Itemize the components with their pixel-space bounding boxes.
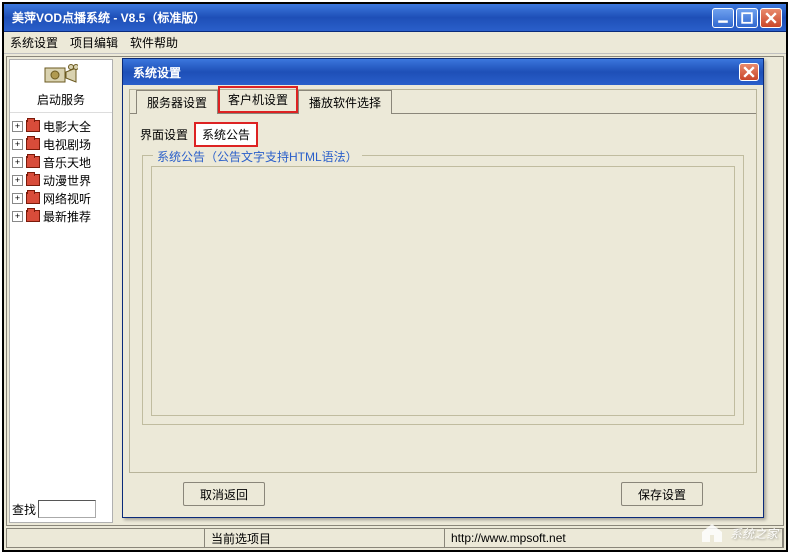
window-title: 美萍VOD点播系统 - V8.5（标准版） bbox=[8, 9, 710, 26]
main-titlebar: 美萍VOD点播系统 - V8.5（标准版） bbox=[4, 4, 786, 32]
watermark: 系统之家 bbox=[698, 522, 778, 544]
status-bar: 当前选项目 http://www.mpsoft.net bbox=[6, 528, 784, 548]
menu-software-help[interactable]: 软件帮助 bbox=[130, 34, 178, 51]
fieldset-legend[interactable]: 系统公告（公告文字支持HTML语法） bbox=[153, 148, 362, 165]
search-label: 查找 bbox=[12, 501, 36, 518]
folder-icon bbox=[26, 174, 40, 186]
tree-item-label: 电影大全 bbox=[43, 118, 91, 135]
tab-client-settings[interactable]: 客户机设置 bbox=[218, 86, 298, 113]
tree-item[interactable]: + 动漫世界 bbox=[12, 171, 110, 189]
tree-item-label: 网络视听 bbox=[43, 190, 91, 207]
start-service-label[interactable]: 启动服务 bbox=[10, 91, 112, 113]
menu-bar: 系统设置 项目编辑 软件帮助 bbox=[4, 32, 786, 54]
dialog-close-button[interactable] bbox=[739, 63, 759, 81]
expand-icon[interactable]: + bbox=[12, 175, 23, 186]
folder-icon bbox=[26, 120, 40, 132]
cancel-button[interactable]: 取消返回 bbox=[183, 482, 265, 506]
search-input[interactable] bbox=[38, 500, 96, 518]
tree-item-label: 动漫世界 bbox=[43, 172, 91, 189]
tree-item[interactable]: + 最新推荐 bbox=[12, 207, 110, 225]
dialog-titlebar: 系统设置 bbox=[123, 59, 763, 85]
maximize-button[interactable] bbox=[736, 8, 758, 28]
folder-icon bbox=[26, 192, 40, 204]
tab-strip: 服务器设置 客户机设置 播放软件选择 bbox=[130, 90, 756, 114]
minimize-button[interactable] bbox=[712, 8, 734, 28]
dialog-button-row: 取消返回 保存设置 bbox=[123, 479, 763, 509]
subtab-ui-settings[interactable]: 界面设置 bbox=[140, 126, 188, 143]
folder-icon bbox=[26, 156, 40, 168]
menu-system-settings[interactable]: 系统设置 bbox=[10, 34, 58, 51]
tree-item[interactable]: + 网络视听 bbox=[12, 189, 110, 207]
expand-icon[interactable]: + bbox=[12, 121, 23, 132]
tab-server-settings[interactable]: 服务器设置 bbox=[136, 90, 218, 114]
status-current-item: 当前选项目 bbox=[205, 529, 445, 547]
start-service-icon[interactable] bbox=[44, 64, 78, 89]
folder-icon bbox=[26, 138, 40, 150]
dialog-title: 系统设置 bbox=[127, 64, 739, 81]
tree-item-label: 音乐天地 bbox=[43, 154, 91, 171]
tree-item-label: 最新推荐 bbox=[43, 208, 91, 225]
system-settings-dialog: 系统设置 服务器设置 客户机设置 播放软件选择 界面设置 系统公告 系统公告（公… bbox=[122, 58, 764, 518]
expand-icon[interactable]: + bbox=[12, 157, 23, 168]
tree-item[interactable]: + 电视剧场 bbox=[12, 135, 110, 153]
subtab-system-announcement[interactable]: 系统公告 bbox=[194, 122, 258, 147]
menu-project-edit[interactable]: 项目编辑 bbox=[70, 34, 118, 51]
left-panel: 启动服务 + 电影大全 + 电视剧场 + 音乐天地 + 动漫世界 + 网络视听 + 最新推荐… bbox=[9, 59, 113, 523]
announcement-content-box[interactable] bbox=[151, 166, 735, 416]
tree-item[interactable]: + 音乐天地 bbox=[12, 153, 110, 171]
status-cell-left bbox=[7, 529, 205, 547]
tree-item[interactable]: + 电影大全 bbox=[12, 117, 110, 135]
close-button[interactable] bbox=[760, 8, 782, 28]
category-tree: + 电影大全 + 电视剧场 + 音乐天地 + 动漫世界 + 网络视听 + 最新推荐 bbox=[10, 113, 112, 229]
expand-icon[interactable]: + bbox=[12, 211, 23, 222]
expand-icon[interactable]: + bbox=[12, 193, 23, 204]
save-button[interactable]: 保存设置 bbox=[621, 482, 703, 506]
watermark-text: 系统之家 bbox=[730, 525, 778, 542]
folder-icon bbox=[26, 210, 40, 222]
tree-item-label: 电视剧场 bbox=[43, 136, 91, 153]
announcement-fieldset: 系统公告（公告文字支持HTML语法） bbox=[142, 155, 744, 425]
tab-player-select[interactable]: 播放软件选择 bbox=[298, 90, 392, 114]
dialog-body: 服务器设置 客户机设置 播放软件选择 界面设置 系统公告 系统公告（公告文字支持… bbox=[129, 89, 757, 473]
expand-icon[interactable]: + bbox=[12, 139, 23, 150]
